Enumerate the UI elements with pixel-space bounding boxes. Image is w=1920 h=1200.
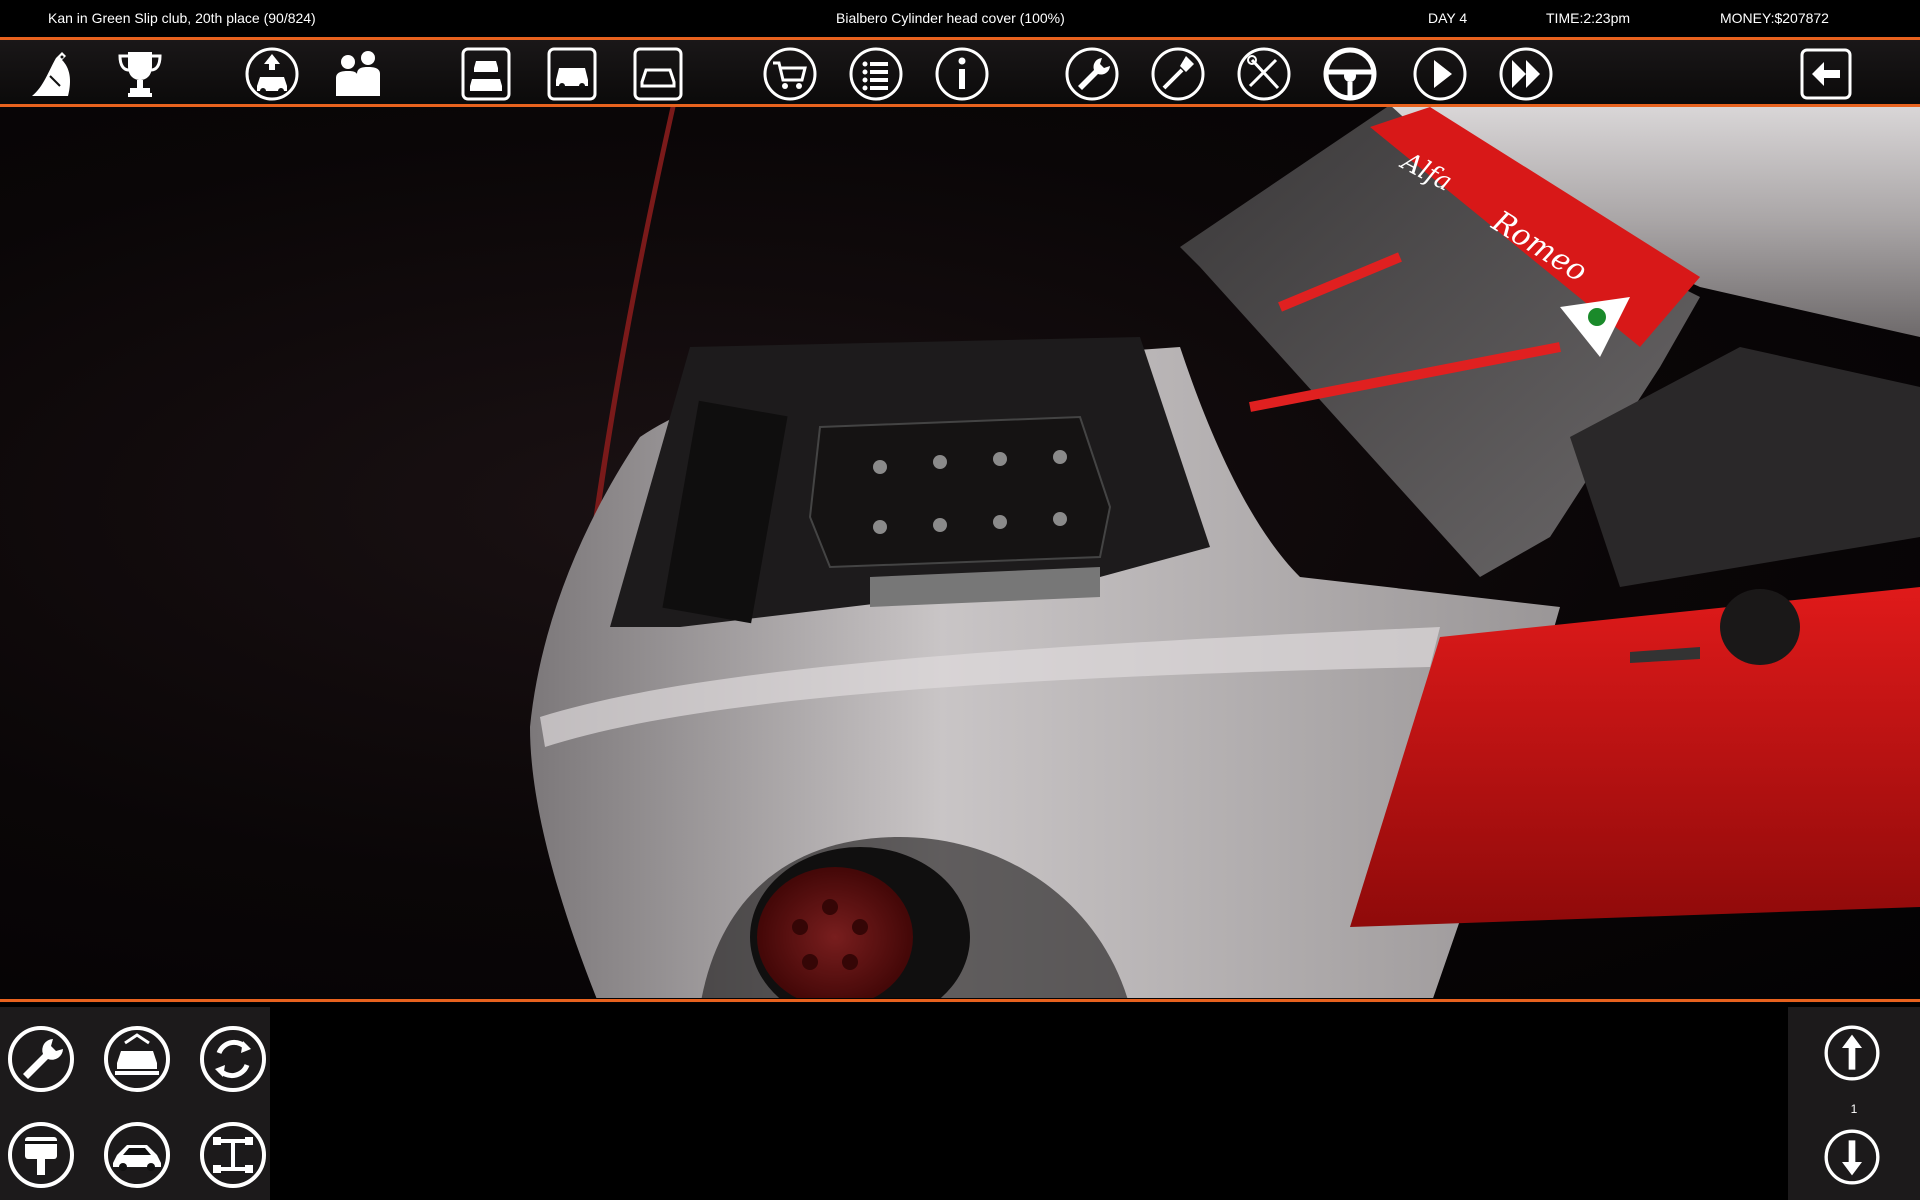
scroll-down-arrow-icon[interactable] (1822, 1127, 1882, 1187)
main-toolbar (0, 40, 1920, 104)
repair-wrench-icon[interactable] (5, 1023, 77, 1095)
bottom-accent-stripe (0, 999, 1920, 1002)
upgrade-car-icon[interactable] (242, 46, 302, 102)
pager-panel: 1 (1788, 1007, 1920, 1200)
fast-forward-icon[interactable] (1496, 46, 1556, 102)
play-icon[interactable] (1410, 46, 1470, 102)
car-garage-icon[interactable] (542, 46, 602, 102)
back-exit-icon[interactable] (1796, 46, 1856, 102)
customers-icon[interactable] (328, 46, 388, 102)
trophy-icon[interactable] (110, 46, 170, 102)
side-mirror (1720, 589, 1800, 665)
status-bar: Kan in Green Slip club, 20th place (90/8… (0, 0, 1920, 37)
car-list-icon[interactable] (456, 46, 516, 102)
day-counter: DAY 4 (1428, 10, 1468, 26)
club-status: Kan in Green Slip club, 20th place (90/8… (48, 10, 316, 26)
task-list-icon[interactable] (846, 46, 906, 102)
tools-wrench-icon[interactable] (1234, 46, 1294, 102)
car-view-icon[interactable] (628, 46, 688, 102)
page-number: 1 (1850, 1102, 1858, 1116)
screwdriver-icon[interactable] (1148, 46, 1208, 102)
info-icon[interactable] (932, 46, 992, 102)
time-display: TIME:2:23pm (1546, 10, 1631, 26)
car-lift-icon[interactable] (101, 1023, 173, 1095)
cylinder-head-cover (808, 415, 1112, 569)
car-3d-viewport[interactable]: Alfa Romeo (0, 107, 1920, 998)
club-logo-icon[interactable] (24, 46, 84, 102)
wrench-icon[interactable] (1062, 46, 1122, 102)
money-display: MONEY:$207872 (1720, 10, 1829, 26)
shop-cart-icon[interactable] (760, 46, 820, 102)
selected-part-label: Bialbero Cylinder head cover (100%) (836, 10, 1065, 26)
action-button-panel (0, 1007, 270, 1200)
bottom-panel: 1 (0, 1003, 1920, 1200)
car-body-icon[interactable] (101, 1119, 173, 1191)
steering-wheel-icon[interactable] (1320, 46, 1380, 102)
rotate-view-icon[interactable] (197, 1023, 269, 1095)
engine-piston-icon[interactable] (5, 1119, 77, 1191)
scroll-up-arrow-icon[interactable] (1822, 1023, 1882, 1083)
chassis-frame-icon[interactable] (197, 1119, 269, 1191)
